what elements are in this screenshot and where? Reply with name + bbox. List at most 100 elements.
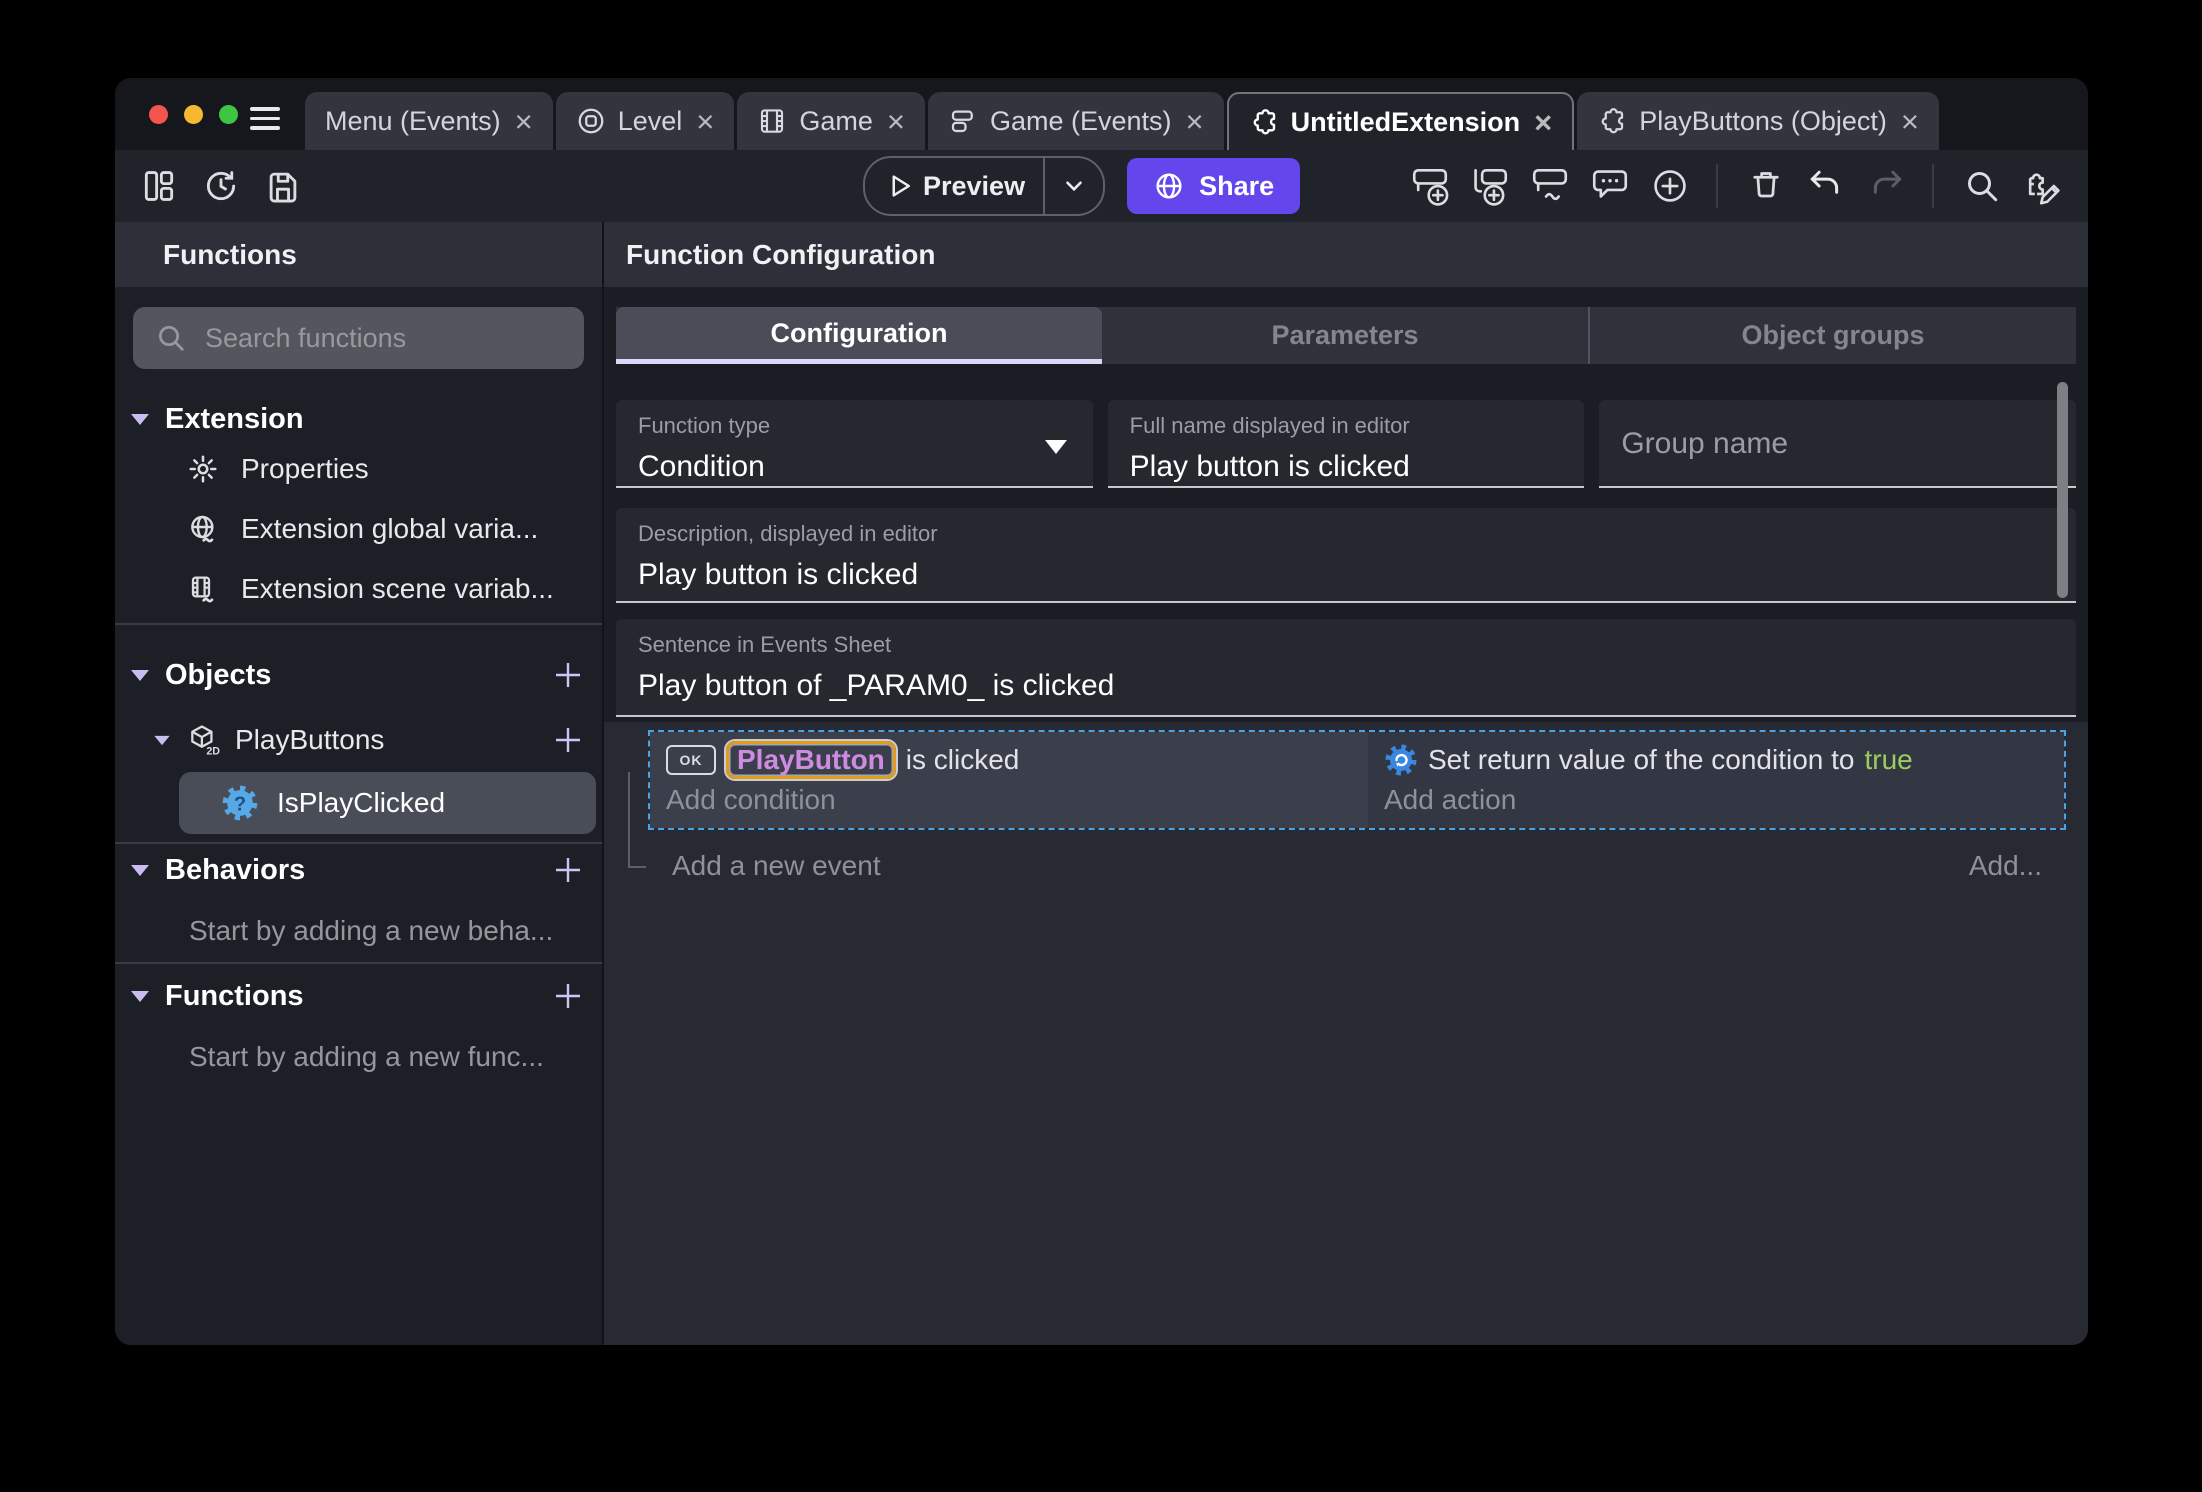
configuration-tabs: Configuration Parameters Object groups <box>616 307 2076 364</box>
close-window-button[interactable] <box>149 105 168 124</box>
search-icon <box>1968 172 1998 202</box>
actions-cell[interactable]: Set return value of the condition to tru… <box>1368 732 2064 828</box>
section-objects[interactable]: Objects <box>115 655 602 695</box>
button-object-icon: OK <box>666 745 716 775</box>
tab-playbuttons-object[interactable]: PlayButtons (Object) × <box>1577 92 1939 150</box>
object-chip[interactable]: PlayButton <box>726 741 896 779</box>
plus-icon <box>556 663 580 687</box>
selected-event[interactable]: OK PlayButton is clicked Add condition S… <box>648 730 2066 830</box>
tab-bar: Menu (Events) × Level × Game × Game (Eve… <box>305 92 1939 150</box>
tab-menu-events[interactable]: Menu (Events) × <box>305 92 553 150</box>
save-button[interactable] <box>261 164 305 208</box>
close-icon[interactable]: × <box>696 106 714 137</box>
tab-untitled-extension[interactable]: UntitledExtension × <box>1226 92 1575 150</box>
tab-game[interactable]: Game × <box>737 92 925 150</box>
tab-parameters[interactable]: Parameters <box>1102 307 1588 364</box>
events-sheet: OK PlayButton is clicked Add condition S… <box>604 722 2088 1345</box>
menu-icon[interactable] <box>250 107 280 130</box>
field-row: Function type Condition Full name displa… <box>616 400 2077 488</box>
tab-label: Game <box>799 105 873 136</box>
share-button[interactable]: Share <box>1127 158 1301 214</box>
condition-function-icon: ? <box>222 785 258 821</box>
chevron-expand-icon[interactable] <box>131 669 149 681</box>
version-history-button[interactable] <box>199 164 243 208</box>
field-label: Sentence in Events Sheet <box>638 632 892 657</box>
tab-label: Game (Events) <box>989 105 1172 136</box>
edit-extension-button[interactable] <box>2018 164 2066 208</box>
preview-dropdown-button[interactable] <box>1045 173 1103 199</box>
tab-level[interactable]: Level × <box>555 92 735 150</box>
add-other-event-button[interactable] <box>1526 164 1574 208</box>
chevron-expand-icon[interactable] <box>131 990 149 1002</box>
close-icon[interactable]: × <box>887 106 905 137</box>
search-button[interactable] <box>1958 164 2006 208</box>
condition-line[interactable]: OK PlayButton is clicked <box>666 740 1352 780</box>
tab-object-groups[interactable]: Object groups <box>1588 307 2076 364</box>
object-row-playbuttons[interactable]: 2D PlayButtons <box>115 708 602 772</box>
field-placeholder: Group name <box>1621 427 1789 460</box>
description-field[interactable]: Description, displayed in editor Play bu… <box>616 508 2076 603</box>
add-comment-button[interactable] <box>1586 164 1634 208</box>
functions-sidebar: Functions Extension Properties <box>115 222 604 1345</box>
choose-event-button[interactable] <box>1646 164 1694 208</box>
close-icon[interactable]: × <box>515 106 533 137</box>
section-extension[interactable]: Extension <box>115 399 602 439</box>
redo-button[interactable] <box>1862 164 1910 208</box>
action-line[interactable]: Set return value of the condition to tru… <box>1384 740 2048 780</box>
add-action-button[interactable]: Add action <box>1384 782 2048 818</box>
minimize-window-button[interactable] <box>184 105 203 124</box>
preview-button[interactable]: Preview <box>863 156 1106 216</box>
share-label: Share <box>1199 170 1275 201</box>
close-icon[interactable]: × <box>1186 106 1204 137</box>
full-name-field[interactable]: Full name displayed in editor Play butto… <box>1107 400 1585 488</box>
tab-label: Menu (Events) <box>325 105 501 136</box>
function-item-isplayclicked-selected[interactable]: ? IsPlayClicked <box>179 772 596 834</box>
conditions-cell[interactable]: OK PlayButton is clicked Add condition <box>650 732 1368 828</box>
search-functions-box[interactable] <box>133 307 584 369</box>
tab-label: PlayButtons (Object) <box>1639 105 1887 136</box>
divider <box>1716 164 1718 208</box>
function-type-select[interactable]: Function type Condition <box>616 400 1093 488</box>
section-label: Functions <box>165 979 304 1012</box>
maximize-window-button[interactable] <box>219 105 238 124</box>
chevron-expand-icon[interactable] <box>131 413 149 425</box>
plus-icon <box>556 858 580 882</box>
add-more-button[interactable]: Add... <box>1969 850 2042 882</box>
svg-text:2D: 2D <box>206 746 220 758</box>
chevron-expand-icon[interactable] <box>154 735 170 745</box>
sidebar-item-properties[interactable]: Properties <box>115 439 602 499</box>
close-icon[interactable]: × <box>1534 107 1552 138</box>
item-label: Extension global varia... <box>241 513 539 544</box>
behaviors-empty-hint: Start by adding a new beha... <box>189 915 554 946</box>
main-panel: Function Configuration Configuration Par… <box>604 222 2088 1345</box>
redo-icon <box>1873 170 1902 194</box>
group-name-field[interactable]: Group name <box>1599 400 2077 488</box>
add-condition-button[interactable]: Add condition <box>666 782 1352 818</box>
chevron-expand-icon[interactable] <box>131 864 149 876</box>
tab-game-events[interactable]: Game (Events) × <box>927 92 1224 150</box>
extension-edit-icon <box>2028 173 2060 205</box>
add-new-event-button[interactable]: Add a new event <box>672 850 881 882</box>
close-icon[interactable]: × <box>1901 106 1919 137</box>
sentence-field[interactable]: Sentence in Events Sheet Play button of … <box>616 619 2076 717</box>
section-functions[interactable]: Functions <box>115 976 602 1016</box>
sidebar-title: Functions <box>163 238 297 270</box>
sidebar-item-extension-global-variables[interactable]: Extension global varia... <box>115 499 602 559</box>
add-free-function-button[interactable] <box>550 978 586 1014</box>
add-behavior-button[interactable] <box>550 852 586 888</box>
add-standard-event-button[interactable] <box>1406 164 1454 208</box>
project-manager-button[interactable] <box>137 164 181 208</box>
action-value[interactable]: true <box>1865 744 1913 776</box>
undo-button[interactable] <box>1802 164 1850 208</box>
sidebar-item-extension-scene-variables[interactable]: Extension scene variab... <box>115 559 602 619</box>
add-object-button[interactable] <box>550 657 586 693</box>
search-input[interactable] <box>203 321 562 355</box>
puzzle-icon <box>1597 106 1627 136</box>
add-function-to-object-button[interactable] <box>550 722 586 758</box>
add-subevent-button[interactable] <box>1466 164 1514 208</box>
section-behaviors[interactable]: Behaviors <box>115 850 602 890</box>
tab-configuration[interactable]: Configuration <box>616 307 1102 364</box>
scrollbar-thumb[interactable] <box>2057 382 2068 598</box>
function-configuration-form: Configuration Parameters Object groups F… <box>604 287 2088 717</box>
delete-button[interactable] <box>1742 164 1790 208</box>
